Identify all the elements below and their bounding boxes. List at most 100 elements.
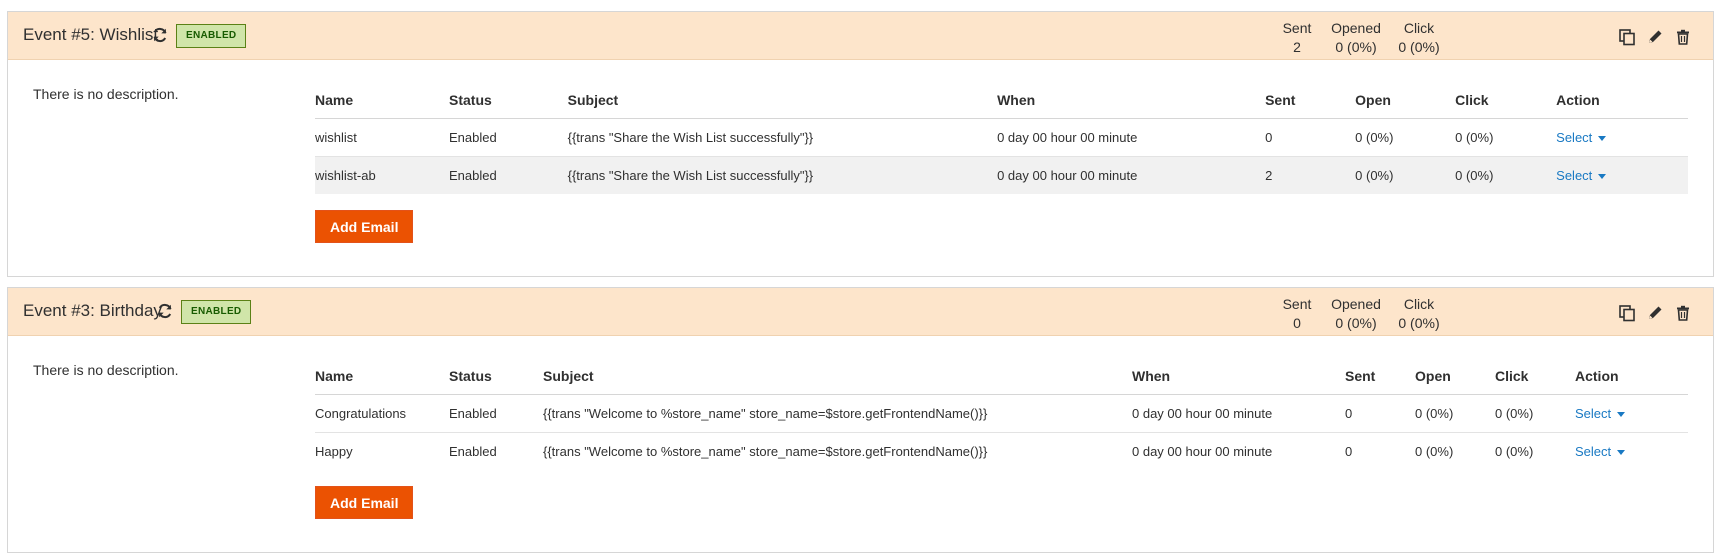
column-header: Sent — [1345, 358, 1415, 395]
cell-name: wishlist — [315, 118, 449, 157]
column-header: Sent — [1265, 82, 1356, 119]
event-title: Event #3: Birthday — [23, 301, 162, 320]
cell-click: 0 (0%) — [1495, 443, 1534, 459]
event-header: Event #3: Birthday ENABLED Sent 0 Opened… — [8, 288, 1713, 336]
stat-opened-value: 0 (0%) — [1335, 315, 1377, 331]
column-header: Open — [1415, 358, 1495, 395]
caret-down-icon — [1598, 173, 1607, 179]
stat-sent-label: Sent — [1282, 296, 1312, 312]
stat-click-value: 0 (0%) — [1398, 315, 1440, 331]
cell-subject: {{trans "Share the Wish List successfull… — [567, 118, 998, 157]
column-header: Status — [449, 82, 568, 119]
stat-sent: Sent 2 — [1272, 19, 1322, 57]
cell-status: Enabled — [449, 394, 543, 433]
cell-action: Select — [1556, 118, 1688, 157]
event-title: Event #5: Wishlist — [23, 25, 159, 44]
table-header-row: Name Status Subject When Sent Open Click… — [315, 358, 1688, 395]
cell-click: 0 (0%) — [1495, 394, 1575, 433]
stat-sent-value: 0 — [1293, 315, 1301, 331]
cell-sent: 2 — [1265, 156, 1356, 194]
cell-open: 0 (0%) — [1355, 156, 1456, 194]
cell-when: 0 day 00 hour 00 minute — [1132, 394, 1345, 433]
stat-sent-label: Sent — [1282, 20, 1312, 36]
cell-status: Enabled — [449, 118, 568, 157]
column-header: Action — [1556, 82, 1688, 119]
stat-opened-label: Opened — [1331, 20, 1381, 36]
cell-status: Enabled — [449, 156, 568, 194]
cell-action: Select — [1575, 394, 1688, 433]
cell-sent: 0 — [1345, 394, 1415, 433]
stat-opened-label: Opened — [1331, 296, 1381, 312]
add-email-button[interactable]: Add Email — [315, 210, 414, 243]
column-header: Name — [315, 82, 449, 119]
cell-subject: {{trans "Welcome to %store_name" store_n… — [543, 394, 1132, 433]
status-badge: ENABLED — [181, 300, 252, 324]
event-actions — [1617, 303, 1693, 323]
cell-name: Happy — [315, 443, 353, 459]
event-panel-birthday: Event #3: Birthday ENABLED Sent 0 Opened… — [7, 287, 1714, 553]
refresh-icon[interactable] — [157, 303, 173, 319]
stat-click-label: Click — [1403, 296, 1435, 312]
caret-down-icon — [1617, 449, 1626, 455]
stat-click: Click 0 (0%) — [1391, 19, 1447, 57]
stat-opened-value: 0 (0%) — [1335, 39, 1377, 55]
event-description: There is no description. — [33, 86, 179, 102]
event-panel-wishlist: Event #5: Wishlist ENABLED Sent 2 Opened… — [7, 11, 1714, 277]
action-select-label: Select — [1556, 167, 1593, 183]
duplicate-icon[interactable] — [1617, 303, 1637, 323]
cell-when: 0 day 00 hour 00 minute — [997, 118, 1266, 157]
trash-icon[interactable] — [1673, 27, 1693, 47]
email-table: Name Status Subject When Sent Open Click… — [315, 358, 1688, 470]
stat-sent: Sent 0 — [1272, 295, 1322, 333]
column-header: Click — [1495, 358, 1575, 395]
stat-click-label: Click — [1403, 20, 1435, 36]
column-header: Open — [1355, 82, 1456, 119]
duplicate-icon[interactable] — [1617, 27, 1637, 47]
table-row: Happy Enabled {{trans "Welcome to %store… — [315, 432, 1688, 470]
email-table: Name Status Subject When Sent Open Click… — [315, 82, 1688, 194]
caret-down-icon — [1617, 411, 1626, 417]
cell-open: 0 (0%) — [1415, 443, 1454, 459]
cell-open: 0 (0%) — [1415, 394, 1495, 433]
stat-opened: Opened 0 (0%) — [1326, 19, 1386, 57]
table-row: wishlist Enabled {{trans "Share the Wish… — [315, 118, 1688, 157]
add-email-button[interactable]: Add Email — [315, 486, 414, 519]
refresh-icon[interactable] — [152, 27, 168, 43]
stat-click: Click 0 (0%) — [1391, 295, 1447, 333]
cell-subject: {{trans "Share the Wish List successfull… — [567, 156, 998, 194]
cell-click: 0 (0%) — [1455, 156, 1557, 194]
action-select[interactable]: Select — [1556, 167, 1607, 183]
action-select[interactable]: Select — [1556, 129, 1607, 145]
event-header: Event #5: Wishlist ENABLED Sent 2 Opened… — [8, 12, 1713, 60]
column-header: When — [997, 82, 1266, 119]
cell-name: wishlist-ab — [315, 156, 449, 194]
column-header: When — [1132, 358, 1345, 395]
action-select[interactable]: Select — [1575, 405, 1626, 421]
cell-sent: 0 — [1265, 118, 1356, 157]
action-select-label: Select — [1556, 129, 1593, 145]
pencil-icon[interactable] — [1645, 27, 1665, 47]
column-header: Subject — [543, 358, 1132, 395]
trash-icon[interactable] — [1673, 303, 1693, 323]
pencil-icon[interactable] — [1645, 303, 1665, 323]
table-row: Congratulations Enabled {{trans "Welcome… — [315, 394, 1688, 433]
stat-click-value: 0 (0%) — [1398, 39, 1440, 55]
stat-sent-value: 2 — [1293, 39, 1301, 55]
cell-click: 0 (0%) — [1455, 118, 1557, 157]
column-header: Click — [1455, 82, 1557, 119]
event-description: There is no description. — [33, 362, 179, 378]
cell-action: Select — [1575, 432, 1688, 470]
cell-sent: 0 — [1345, 443, 1353, 459]
column-header: Name — [315, 358, 449, 395]
cell-open: 0 (0%) — [1355, 118, 1456, 157]
action-select[interactable]: Select — [1575, 443, 1626, 459]
cell-action: Select — [1556, 156, 1688, 194]
column-header: Action — [1575, 358, 1688, 395]
action-select-label: Select — [1575, 443, 1612, 459]
cell-subject: {{trans "Welcome to %store_name" store_n… — [543, 443, 988, 459]
cell-name: Congratulations — [315, 394, 449, 433]
cell-when: 0 day 00 hour 00 minute — [997, 156, 1266, 194]
table-row: wishlist-ab Enabled {{trans "Share the W… — [315, 156, 1688, 194]
table-header-row: Name Status Subject When Sent Open Click… — [315, 82, 1688, 119]
action-select-label: Select — [1575, 405, 1612, 421]
